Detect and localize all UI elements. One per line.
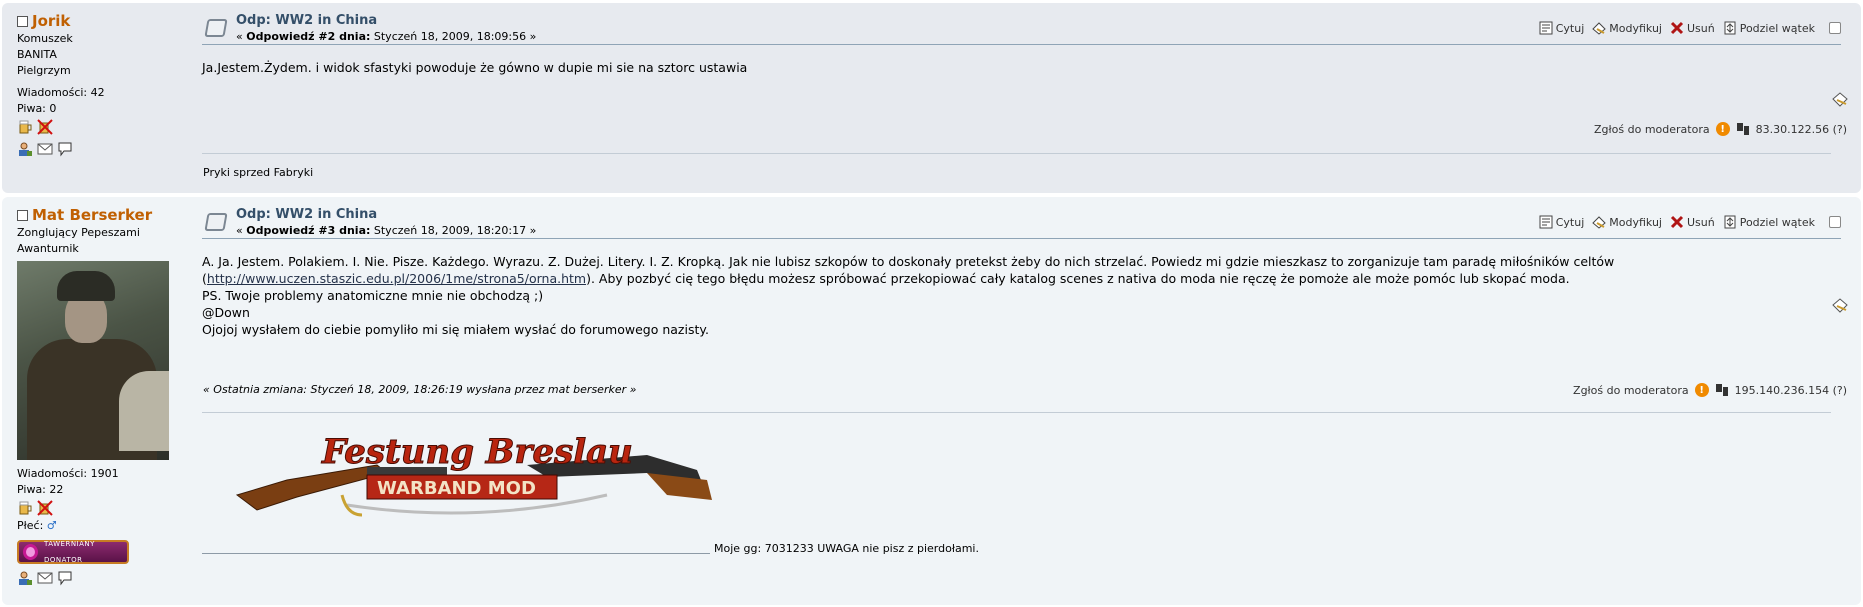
poster-beers: Piwa: 22 xyxy=(17,483,64,496)
give-beer-icon[interactable] xyxy=(17,500,33,516)
poster-post-count: Wiadomości: 1901 xyxy=(17,467,119,480)
signature-underline xyxy=(202,553,710,554)
split-icon xyxy=(1724,21,1736,35)
warning-icon: ! xyxy=(1694,383,1709,397)
offline-status-icon xyxy=(17,209,28,221)
private-message-icon[interactable] xyxy=(57,570,73,586)
poster-info: Mat Berserker Zonglujący Pepeszami Awant… xyxy=(17,205,187,586)
post-2: Jorik Komuszek BANITA Pielgrzym Wiadomoś… xyxy=(2,3,1861,193)
select-post-checkbox[interactable] xyxy=(1829,22,1841,34)
post-buttons: Cytuj Modyfikuj Usuń Podziel wątek xyxy=(1539,215,1841,229)
post-subject[interactable]: Odp: WW2 in China xyxy=(236,13,377,28)
ip-icon xyxy=(1715,384,1728,396)
profile-icon[interactable] xyxy=(17,570,33,586)
quote-button[interactable]: Cytuj xyxy=(1539,215,1584,229)
signature-banner-title: Festung Breslau xyxy=(321,432,633,472)
post-icon xyxy=(204,213,228,231)
signature: Pryki sprzed Fabryki xyxy=(203,166,314,179)
post-header: Odp: WW2 in China « Odpowiedź #2 dnia: S… xyxy=(202,11,1841,45)
post-header: Odp: WW2 in China « Odpowiedź #3 dnia: S… xyxy=(202,205,1841,239)
poster-title: Zonglujący Pepeszami xyxy=(17,226,140,239)
post-icon xyxy=(204,19,228,37)
signature-banner-subtitle: WARBAND MOD xyxy=(377,478,536,499)
report-to-moderator-link[interactable]: Zgłoś do moderatora xyxy=(1573,384,1689,397)
take-beer-icon[interactable] xyxy=(37,119,53,135)
ip-address[interactable]: 195.140.236.154 (?) xyxy=(1735,384,1847,397)
poster-beers: Piwa: 0 xyxy=(17,102,57,115)
donut-icon xyxy=(23,544,38,560)
give-beer-icon[interactable] xyxy=(17,119,33,135)
gender-label: Płeć: xyxy=(17,519,44,532)
post-content-area: Odp: WW2 in China « Odpowiedź #2 dnia: S… xyxy=(202,11,1841,76)
quick-reply-icon[interactable] xyxy=(1831,297,1849,315)
warning-icon: ! xyxy=(1715,122,1730,136)
delete-icon xyxy=(1670,215,1684,229)
offline-status-icon xyxy=(17,15,28,27)
signature-banner: Festung Breslau WARBAND MOD xyxy=(235,432,712,517)
report-to-moderator-link[interactable]: Zgłoś do moderatora xyxy=(1594,123,1710,136)
quote-icon xyxy=(1539,215,1553,229)
quote-button[interactable]: Cytuj xyxy=(1539,21,1584,35)
poster-name[interactable]: Jorik xyxy=(32,11,70,31)
signature-separator xyxy=(202,412,1831,413)
take-beer-icon[interactable] xyxy=(37,500,53,516)
select-post-checkbox[interactable] xyxy=(1829,216,1841,228)
post-body: Ja.Jestem.Żydem. i widok sfastyki powodu… xyxy=(202,60,748,75)
signature-separator xyxy=(202,153,1831,154)
donator-badge: TAWERNIANY DONATOR xyxy=(17,540,129,564)
last-edit-info: « Ostatnia zmiana: Styczeń 18, 2009, 18:… xyxy=(203,383,637,396)
split-topic-button[interactable]: Podziel wątek xyxy=(1723,215,1815,229)
ip-icon xyxy=(1736,123,1749,135)
modify-button[interactable]: Modyfikuj xyxy=(1592,215,1662,229)
quick-reply-icon[interactable] xyxy=(1831,91,1849,109)
poster-rank: Pielgrzym xyxy=(17,64,71,77)
modify-button[interactable]: Modyfikuj xyxy=(1592,21,1662,35)
profile-icon[interactable] xyxy=(17,141,33,157)
split-topic-button[interactable]: Podziel wątek xyxy=(1723,21,1815,35)
poster-post-count: Wiadomości: 42 xyxy=(17,86,105,99)
post-body: A. Ja. Jestem. Polakiem. I. Nie. Pisze. … xyxy=(202,254,1615,337)
private-message-icon[interactable] xyxy=(57,141,73,157)
email-icon[interactable] xyxy=(37,570,53,586)
avatar xyxy=(17,261,169,460)
male-icon: ♂ xyxy=(46,519,57,532)
modify-icon xyxy=(1592,216,1607,229)
post-link[interactable]: http://www.uczen.staszic.edu.pl/2006/1me… xyxy=(207,271,586,286)
poster-group: BANITA xyxy=(17,48,57,61)
signature-text: Moje gg: 7031233 UWAGA nie pisz z pierdo… xyxy=(714,542,979,555)
delete-button[interactable]: Usuń xyxy=(1670,215,1715,229)
reply-info: « Odpowiedź #3 dnia: Styczeń 18, 2009, 1… xyxy=(236,224,537,237)
delete-icon xyxy=(1670,21,1684,35)
poster-rank: Awanturnik xyxy=(17,242,79,255)
post-subject[interactable]: Odp: WW2 in China xyxy=(236,207,377,222)
post-content-area: Odp: WW2 in China « Odpowiedź #3 dnia: S… xyxy=(202,205,1841,338)
poster-info: Jorik Komuszek BANITA Pielgrzym Wiadomoś… xyxy=(17,11,187,157)
ip-address[interactable]: 83.30.122.56 (?) xyxy=(1756,123,1847,136)
email-icon[interactable] xyxy=(37,141,53,157)
split-icon xyxy=(1724,215,1736,229)
post-buttons: Cytuj Modyfikuj Usuń Podziel wątek xyxy=(1539,21,1841,35)
reply-info: « Odpowiedź #2 dnia: Styczeń 18, 2009, 1… xyxy=(236,30,537,43)
poster-name[interactable]: Mat Berserker xyxy=(32,205,152,225)
delete-button[interactable]: Usuń xyxy=(1670,21,1715,35)
modify-icon xyxy=(1592,22,1607,35)
quote-icon xyxy=(1539,21,1553,35)
poster-title: Komuszek xyxy=(17,32,73,45)
post-3: Mat Berserker Zonglujący Pepeszami Awant… xyxy=(2,197,1861,605)
